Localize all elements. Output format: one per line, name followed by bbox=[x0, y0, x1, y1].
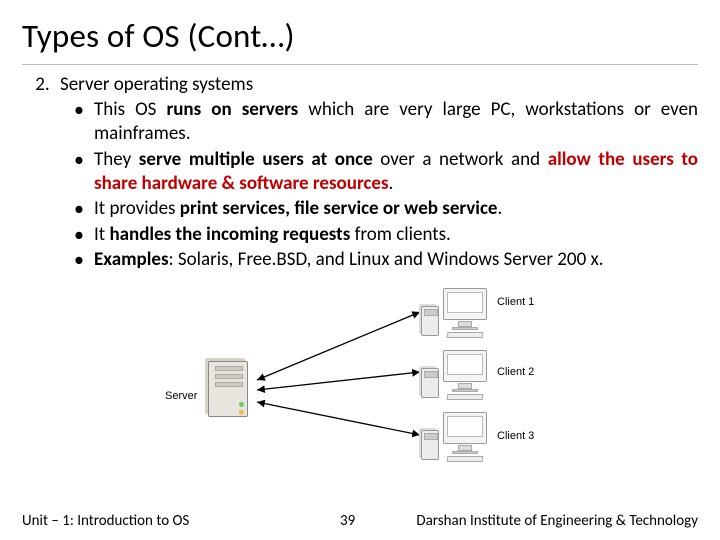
bullet-list: This OS runs on servers which are very l… bbox=[74, 98, 698, 272]
slide-title: Types of OS (Cont…) bbox=[22, 10, 698, 65]
text-run: : Solaris, Free.BSD, and Linux and Windo… bbox=[169, 248, 604, 271]
content-area: Server operating systems This OS runs on… bbox=[22, 73, 698, 465]
bullet-item: It handles the incoming requests from cl… bbox=[74, 223, 698, 247]
text-run: runs on servers bbox=[166, 98, 298, 121]
text-run: print services, file service or web serv… bbox=[180, 197, 498, 220]
footer-page-number: 39 bbox=[340, 512, 355, 530]
footer: Unit – 1: Introduction to OS 39 Darshan … bbox=[0, 512, 720, 530]
bullet-item: This OS runs on servers which are very l… bbox=[74, 98, 698, 147]
server-client-diagram: Server Client 1 Client 2 Client 3 bbox=[165, 280, 555, 465]
list-heading-text: Server operating systems bbox=[60, 73, 253, 96]
bullet-item: It provides print services, file service… bbox=[74, 197, 698, 221]
text-run: from clients. bbox=[350, 223, 451, 246]
ordered-list: Server operating systems This OS runs on… bbox=[54, 73, 698, 272]
client-label-3: Client 3 bbox=[497, 430, 534, 442]
text-run: Examples bbox=[94, 248, 169, 271]
text-run: This OS bbox=[94, 98, 166, 121]
client-label-1: Client 1 bbox=[497, 296, 534, 308]
footer-institute: Darshan Institute of Engineering & Techn… bbox=[416, 512, 698, 530]
server-label: Server bbox=[165, 390, 197, 402]
text-run: . bbox=[497, 197, 502, 220]
text-run: It bbox=[94, 223, 109, 246]
list-item-heading: Server operating systems This OS runs on… bbox=[54, 73, 698, 272]
text-run: serve multiple users at once bbox=[139, 148, 373, 171]
text-run: over a network and bbox=[373, 148, 548, 171]
client-icon bbox=[443, 350, 487, 400]
bullet-item: They serve multiple users at once over a… bbox=[74, 148, 698, 197]
text-run: . bbox=[389, 172, 394, 195]
text-run: It provides bbox=[94, 197, 180, 220]
client-icon bbox=[443, 288, 487, 338]
server-icon bbox=[205, 358, 251, 420]
footer-unit: Unit – 1: Introduction to OS bbox=[22, 512, 189, 530]
client-icon bbox=[443, 412, 487, 462]
text-run: handles the incoming requests bbox=[109, 223, 350, 246]
client-label-2: Client 2 bbox=[497, 366, 534, 378]
bullet-item: Examples: Solaris, Free.BSD, and Linux a… bbox=[74, 248, 698, 272]
text-run: They bbox=[94, 148, 139, 171]
